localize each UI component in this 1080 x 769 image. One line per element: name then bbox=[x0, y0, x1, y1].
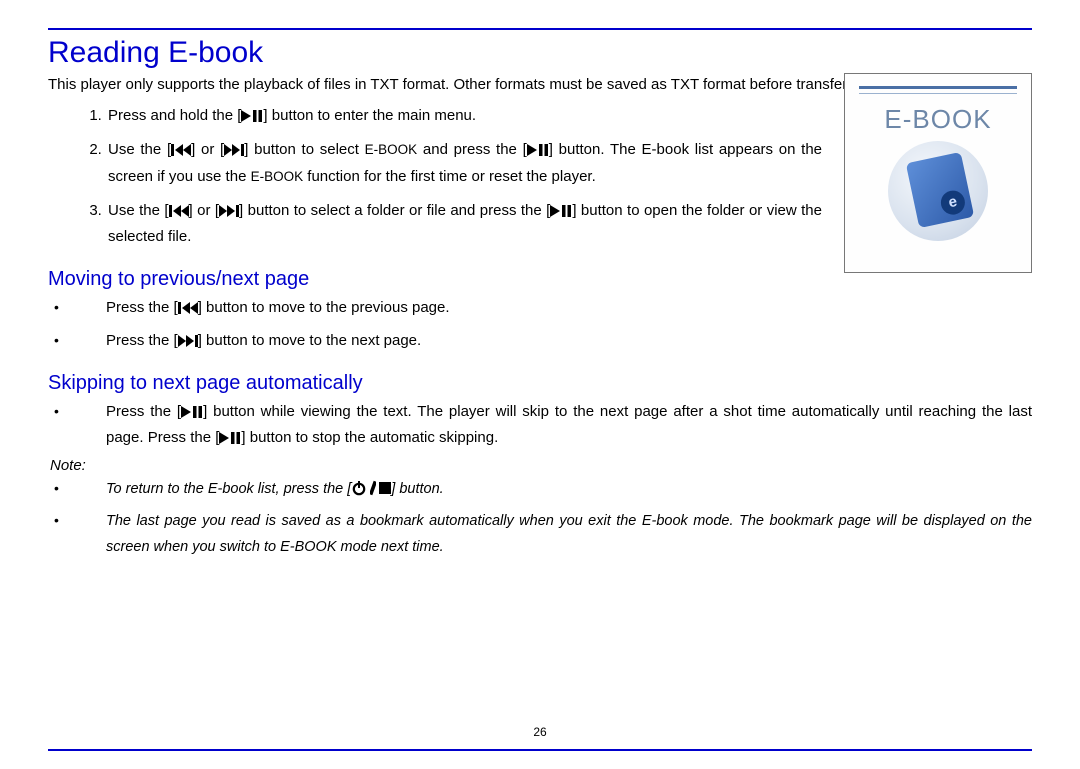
note-1-a: To return to the E-book list, press the … bbox=[106, 481, 351, 497]
step-3-b: ] or [ bbox=[189, 202, 220, 219]
power-stop-icon bbox=[351, 480, 391, 496]
ebook-icon: e bbox=[888, 141, 988, 241]
step-1-post: ] button to enter the main menu. bbox=[263, 107, 476, 124]
ebook-figure-label: E-BOOK bbox=[855, 104, 1021, 135]
moving-prev-b: ] button to move to the previous page. bbox=[198, 299, 450, 316]
prev-track-icon bbox=[169, 205, 189, 217]
step-3-c: ] button to select a folder or file and … bbox=[239, 202, 550, 219]
prev-track-icon bbox=[178, 302, 198, 314]
step-2-f: function for the first time or reset the… bbox=[303, 168, 596, 185]
moving-next: Press the [ ] button to move to the next … bbox=[48, 328, 1032, 354]
step-2-b: ] or [ bbox=[191, 141, 224, 158]
play-pause-icon bbox=[181, 406, 203, 418]
play-pause-icon bbox=[241, 110, 263, 122]
play-pause-icon bbox=[527, 144, 549, 156]
ebook-menu-figure: E-BOOK e bbox=[844, 73, 1032, 273]
step-1: Press and hold the [ ] button to enter th… bbox=[106, 103, 822, 129]
skipping-a: Press the [ bbox=[106, 403, 181, 420]
skipping-c: ] button to stop the automatic skipping. bbox=[241, 429, 498, 446]
next-track-icon bbox=[224, 144, 244, 156]
moving-prev: Press the [ ] button to move to the previ… bbox=[48, 295, 1032, 321]
step-3: Use the [ ] or [ ] button to select a fold… bbox=[106, 198, 822, 251]
skipping-list: Press the [] button while viewing the te… bbox=[48, 399, 1032, 452]
step-2: Use the [ ] or [ ] button to select E-BOOK… bbox=[106, 137, 822, 190]
moving-prev-a: Press the [ bbox=[106, 299, 178, 316]
play-pause-icon bbox=[219, 432, 241, 444]
step-1-pre: Press and hold the [ bbox=[108, 107, 241, 124]
page-number: 26 bbox=[0, 725, 1080, 739]
play-pause-icon bbox=[550, 205, 572, 217]
skipping-item: Press the [] button while viewing the te… bbox=[48, 399, 1032, 452]
next-track-icon bbox=[219, 205, 239, 217]
step-2-c: ] button to select bbox=[244, 141, 364, 158]
moving-list: Press the [ ] button to move to the previ… bbox=[48, 295, 1032, 354]
step-2-d: and press the [ bbox=[417, 141, 527, 158]
step-2-a: Use the [ bbox=[108, 141, 171, 158]
step-3-a: Use the [ bbox=[108, 202, 169, 219]
moving-next-a: Press the [ bbox=[106, 332, 178, 349]
bottom-rule bbox=[48, 749, 1032, 751]
note-label: Note: bbox=[50, 457, 1032, 474]
heading-skipping: Skipping to next page automatically bbox=[48, 372, 1032, 395]
step-2-ebook2: E-BOOK bbox=[251, 169, 304, 184]
note-2: The last page you read is saved as a boo… bbox=[48, 508, 1032, 560]
note-1-b: ] button. bbox=[391, 481, 443, 497]
prev-track-icon bbox=[171, 144, 191, 156]
moving-next-b: ] button to move to the next page. bbox=[198, 332, 421, 349]
notes-list: To return to the E-book list, press the … bbox=[48, 476, 1032, 560]
top-rule bbox=[48, 28, 1032, 30]
step-2-ebook1: E-BOOK bbox=[365, 142, 418, 157]
ebook-icon-letter: e bbox=[939, 188, 967, 216]
note-1: To return to the E-book list, press the … bbox=[48, 476, 1032, 502]
page-title: Reading E-book bbox=[48, 36, 1032, 70]
steps-list: Press and hold the [ ] button to enter th… bbox=[48, 103, 822, 250]
next-track-icon bbox=[178, 335, 198, 347]
